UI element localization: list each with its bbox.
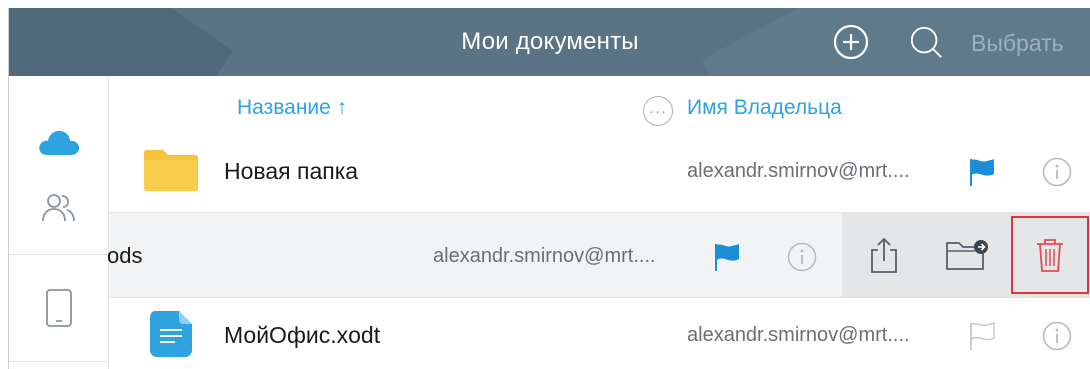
flag-icon <box>715 244 739 271</box>
list-item-swiped[interactable]: ods alexandr.smirnov@mrt.... <box>107 212 1090 298</box>
search-icon <box>910 26 942 58</box>
column-header-owner[interactable]: Имя Владельца <box>687 96 842 120</box>
delete-button[interactable] <box>1011 216 1089 294</box>
move-to-folder-icon <box>945 240 988 270</box>
list-item[interactable]: Новая папка alexandr.smirnov@mrt.... <box>109 130 1090 212</box>
info-button[interactable] <box>1039 154 1075 190</box>
add-button[interactable] <box>833 24 869 60</box>
text-document-icon <box>150 311 192 357</box>
column-header-name[interactable]: Название ↑ <box>237 96 347 120</box>
document-list: Название ↑ ··· Имя Владельца Новая папка… <box>107 76 1090 369</box>
cloud-icon <box>39 130 80 155</box>
move-to-folder-button[interactable] <box>925 213 1008 297</box>
info-button[interactable] <box>784 239 820 275</box>
flag-button[interactable] <box>964 318 1000 354</box>
document-name: ods <box>107 243 143 268</box>
document-owner: alexandr.smirnov@mrt.... <box>687 160 910 182</box>
sidebar-item-shared[interactable] <box>9 188 109 228</box>
document-owner: alexandr.smirnov@mrt.... <box>433 245 656 267</box>
trash-icon <box>1037 239 1063 272</box>
info-icon <box>1042 157 1072 187</box>
share-button[interactable] <box>842 213 925 297</box>
flag-button[interactable] <box>709 239 745 275</box>
more-options-button[interactable]: ··· <box>643 96 673 126</box>
sidebar-item-cloud[interactable] <box>9 120 109 164</box>
document-name: Новая папка <box>224 158 359 184</box>
swipe-actions <box>842 213 1090 297</box>
sidebar-divider <box>9 361 109 362</box>
add-icon <box>833 24 869 60</box>
select-button[interactable]: Выбрать <box>971 30 1064 57</box>
flag-icon <box>970 159 994 186</box>
document-owner: alexandr.smirnov@mrt.... <box>687 324 910 346</box>
flag-outline-icon <box>970 321 995 350</box>
sidebar-item-device[interactable] <box>9 284 109 332</box>
flag-button[interactable] <box>964 154 1000 190</box>
tablet-icon <box>46 289 72 327</box>
info-icon <box>787 242 817 272</box>
search-button[interactable] <box>908 24 944 60</box>
nav-bar: Мои документы Выбрать <box>9 8 1090 76</box>
app-window: Мои документы Выбрать Название ↑ ··· Имя… <box>8 8 1090 369</box>
folder-icon <box>144 150 198 191</box>
people-icon <box>42 194 75 222</box>
info-button[interactable] <box>1039 318 1075 354</box>
info-icon <box>1042 321 1072 351</box>
sidebar <box>9 76 109 369</box>
share-icon <box>870 237 897 273</box>
list-item[interactable]: МойОфис.xodt alexandr.smirnov@mrt.... <box>109 298 1090 368</box>
sidebar-divider <box>9 254 109 255</box>
document-name: МойОфис.xodt <box>224 322 381 348</box>
